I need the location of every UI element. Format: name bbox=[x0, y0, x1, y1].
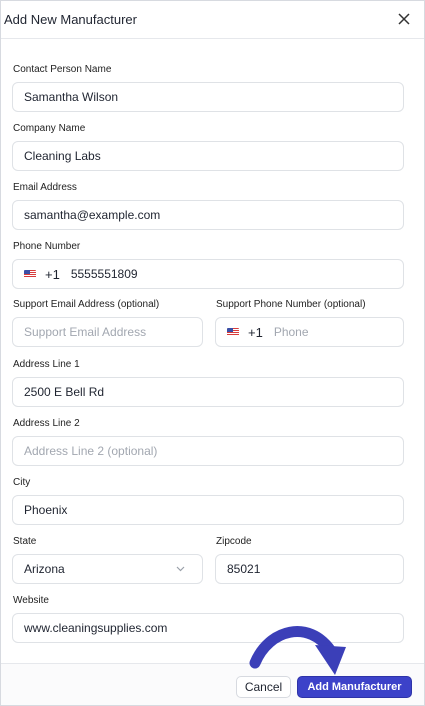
add-manufacturer-dialog: Add New Manufacturer Contact Person Name… bbox=[0, 0, 425, 706]
cancel-button[interactable]: Cancel bbox=[236, 676, 291, 698]
company-name-input[interactable]: Cleaning Labs bbox=[12, 141, 404, 171]
phone-country-code: +1 bbox=[45, 266, 60, 282]
contact-person-input[interactable]: Samantha Wilson bbox=[12, 82, 404, 112]
us-flag-icon[interactable] bbox=[24, 270, 36, 278]
city-value: Phoenix bbox=[24, 503, 68, 517]
state-select[interactable]: Arizona bbox=[12, 554, 203, 584]
city-label: City bbox=[13, 477, 31, 488]
support-email-input[interactable]: Support Email Address bbox=[12, 317, 203, 347]
chevron-down-icon bbox=[176, 566, 185, 572]
state-value: Arizona bbox=[24, 562, 65, 576]
zipcode-input[interactable]: 85021 bbox=[215, 554, 404, 584]
support-email-placeholder: Support Email Address bbox=[24, 325, 147, 339]
company-name-value: Cleaning Labs bbox=[24, 149, 101, 163]
company-name-label: Company Name bbox=[13, 123, 86, 134]
phone-value: 5555551809 bbox=[70, 267, 138, 281]
website-input[interactable]: www.cleaningsupplies.com bbox=[12, 613, 404, 643]
contact-person-label: Contact Person Name bbox=[13, 64, 112, 75]
phone-input[interactable]: +1 5555551809 bbox=[12, 259, 404, 289]
email-input[interactable]: samantha@example.com bbox=[12, 200, 404, 230]
address-line1-value: 2500 E Bell Rd bbox=[24, 385, 105, 399]
contact-person-value: Samantha Wilson bbox=[24, 90, 119, 104]
address-line2-input[interactable]: Address Line 2 (optional) bbox=[12, 436, 404, 466]
address-line1-input[interactable]: 2500 E Bell Rd bbox=[12, 377, 404, 407]
address-line1-label: Address Line 1 bbox=[13, 359, 80, 370]
zipcode-label: Zipcode bbox=[216, 536, 252, 547]
support-email-label: Support Email Address (optional) bbox=[13, 299, 160, 310]
close-icon[interactable] bbox=[396, 11, 412, 27]
website-value: www.cleaningsupplies.com bbox=[24, 621, 168, 635]
dialog-title: Add New Manufacturer bbox=[4, 12, 137, 27]
add-manufacturer-button[interactable]: Add Manufacturer bbox=[297, 676, 412, 698]
city-input[interactable]: Phoenix bbox=[12, 495, 404, 525]
us-flag-icon[interactable] bbox=[227, 328, 239, 336]
phone-label: Phone Number bbox=[13, 241, 81, 252]
dialog-header: Add New Manufacturer bbox=[1, 1, 424, 39]
address-line2-placeholder: Address Line 2 (optional) bbox=[24, 444, 158, 458]
zipcode-value: 85021 bbox=[227, 562, 261, 576]
email-label: Email Address bbox=[13, 182, 77, 193]
dialog-footer: Cancel Add Manufacturer bbox=[1, 663, 424, 705]
email-value: samantha@example.com bbox=[24, 208, 161, 222]
support-phone-input[interactable]: +1 Phone bbox=[215, 317, 404, 347]
address-line2-label: Address Line 2 bbox=[13, 418, 80, 429]
state-label: State bbox=[13, 536, 37, 547]
support-phone-country-code: +1 bbox=[248, 324, 263, 340]
support-phone-label: Support Phone Number (optional) bbox=[216, 299, 366, 310]
support-phone-placeholder: Phone bbox=[273, 325, 309, 339]
website-label: Website bbox=[13, 595, 49, 606]
